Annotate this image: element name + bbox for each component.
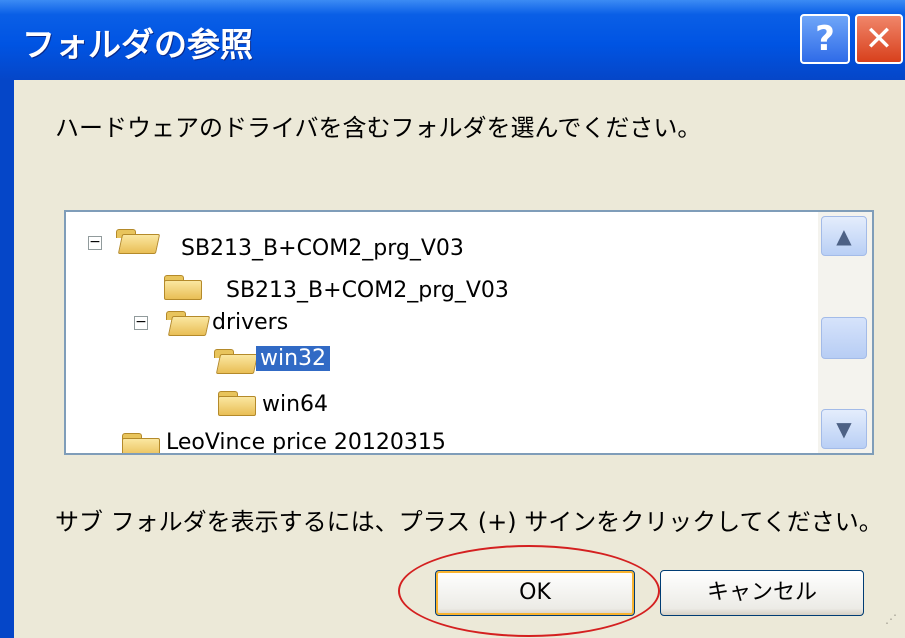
folder-open-icon [214, 346, 259, 374]
window-title: フォルダの参照 [22, 25, 253, 64]
tree-content: − SB213_B+COM2_prg_V03 SB213_B+COM2_prg_… [66, 212, 817, 453]
tree-node-drivers[interactable]: drivers [212, 310, 288, 335]
title-bar: フォルダの参照 ? ✕ [0, 0, 905, 80]
folder-open-icon [116, 226, 161, 254]
scroll-thumb[interactable] [821, 317, 867, 359]
help-button[interactable]: ? [800, 14, 850, 64]
vertical-scrollbar[interactable]: ▲ ▼ [818, 212, 872, 453]
resize-grip-icon[interactable]: ⋰ [885, 612, 903, 634]
collapse-icon[interactable]: − [88, 235, 102, 250]
expand-hint: サブ フォルダを表示するには、プラス (+) サインをクリックしてください。 [55, 508, 883, 536]
collapse-icon[interactable]: − [134, 315, 148, 330]
folder-tree[interactable]: − SB213_B+COM2_prg_V03 SB213_B+COM2_prg_… [64, 210, 874, 455]
highlight-annotation [398, 545, 660, 637]
tree-node-win64[interactable]: win64 [262, 392, 328, 417]
scroll-up-button[interactable]: ▲ [821, 216, 867, 256]
cancel-button[interactable]: キャンセル [660, 570, 864, 616]
folder-icon [164, 272, 202, 300]
scroll-down-button[interactable]: ▼ [821, 409, 867, 449]
folder-open-icon [166, 308, 211, 336]
folder-icon [122, 430, 160, 453]
dialog-prompt: ハードウェアのドライバを含むフォルダを選んでください。 [55, 114, 702, 142]
tree-node-sb213-parent[interactable]: SB213_B+COM2_prg_V03 [181, 236, 464, 261]
folder-icon [218, 388, 256, 416]
tree-node-leovince[interactable]: LeoVince price 20120315 [166, 430, 446, 453]
tree-node-win32-selected[interactable]: win32 [256, 346, 331, 371]
tree-node-sb213-child[interactable]: SB213_B+COM2_prg_V03 [226, 278, 509, 303]
window-border [0, 80, 14, 638]
close-button[interactable]: ✕ [855, 14, 903, 64]
